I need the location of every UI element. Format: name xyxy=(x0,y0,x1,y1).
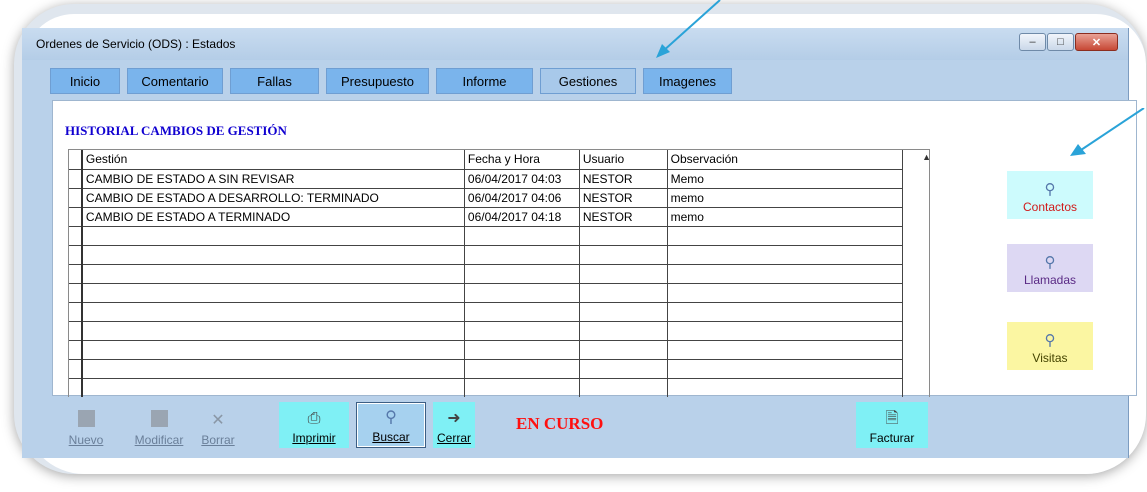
tab-gestiones[interactable]: Gestiones xyxy=(540,68,636,94)
column-header-gestion[interactable]: Gestión xyxy=(81,150,465,170)
modificar-label: Modificar xyxy=(134,433,184,447)
llamadas-label: Llamadas xyxy=(1023,273,1077,287)
cell-fecha: 06/04/2017 04:06 xyxy=(464,188,580,208)
table-row[interactable]: CAMBIO DE ESTADO A SIN REVISAR 06/04/201… xyxy=(69,169,929,189)
empty-row[interactable] xyxy=(69,378,929,397)
facturar-button[interactable]: 🗎 Facturar xyxy=(856,402,928,448)
visitas-button[interactable]: ⚲ Visitas xyxy=(1007,322,1093,370)
cell-gestion: CAMBIO DE ESTADO A TERMINADO xyxy=(81,207,465,227)
column-header-fecha[interactable]: Fecha y Hora xyxy=(464,150,580,170)
row-selector[interactable] xyxy=(69,169,83,189)
search-icon: ⚲ xyxy=(385,409,397,426)
empty-row[interactable] xyxy=(69,359,929,379)
buscar-button[interactable]: ⚲ Buscar xyxy=(356,402,426,448)
section-title: HISTORIAL CAMBIOS DE GESTIÓN xyxy=(65,123,287,138)
tab-informe[interactable]: Informe xyxy=(436,68,533,94)
title-bar[interactable]: Ordenes de Servicio (ODS) : Estados – □ … xyxy=(22,28,1128,60)
minimize-button[interactable]: – xyxy=(1019,33,1046,51)
llamadas-button[interactable]: ⚲ Llamadas xyxy=(1007,244,1093,292)
annotation-arrow-tabs xyxy=(656,0,721,58)
new-icon xyxy=(77,410,95,427)
cerrar-button[interactable]: ➜ Cerrar xyxy=(433,402,475,448)
cell-gestion: CAMBIO DE ESTADO A DESARROLLO: TERMINADO xyxy=(81,188,465,208)
empty-row[interactable] xyxy=(69,340,929,360)
empty-row[interactable] xyxy=(69,245,929,265)
row-selector[interactable] xyxy=(69,188,83,208)
close-button[interactable]: ✕ xyxy=(1075,33,1118,51)
cell-usuario: NESTOR xyxy=(579,207,668,227)
scrollbar-track[interactable] xyxy=(902,207,929,226)
tab-bar: Inicio Comentario Fallas Presupuesto Inf… xyxy=(50,68,739,94)
cell-observacion: memo xyxy=(667,207,903,227)
window-controls: – □ ✕ xyxy=(1018,33,1118,51)
history-grid[interactable]: Gestión Fecha y Hora Usuario Observación… xyxy=(68,149,930,397)
search-icon: ⚲ xyxy=(1044,254,1056,271)
search-icon: ⚲ xyxy=(1044,332,1056,349)
cell-fecha: 06/04/2017 04:03 xyxy=(464,169,580,189)
modificar-button[interactable]: Modificar xyxy=(128,404,190,450)
window-title: Ordenes de Servicio (ODS) : Estados xyxy=(36,37,236,51)
cell-usuario: NESTOR xyxy=(579,188,668,208)
empty-row[interactable] xyxy=(69,226,929,246)
row-selector[interactable] xyxy=(69,207,83,227)
visitas-label: Visitas xyxy=(1032,351,1068,365)
tab-imagenes[interactable]: Imagenes xyxy=(643,68,732,94)
edit-icon xyxy=(150,410,168,427)
grid-header-row: Gestión Fecha y Hora Usuario Observación… xyxy=(69,150,929,170)
tab-comentario[interactable]: Comentario xyxy=(127,68,223,94)
tab-presupuesto[interactable]: Presupuesto xyxy=(326,68,429,94)
borrar-label: Borrar xyxy=(201,433,235,447)
status-text: EN CURSO xyxy=(516,414,604,433)
cell-observacion: memo xyxy=(667,188,903,208)
facturar-label: Facturar xyxy=(869,431,915,445)
cell-gestion: CAMBIO DE ESTADO A SIN REVISAR xyxy=(81,169,465,189)
delete-icon: ✕ xyxy=(211,412,225,429)
contactos-button[interactable]: ⚲ Contactos xyxy=(1007,171,1093,219)
table-row[interactable]: CAMBIO DE ESTADO A DESARROLLO: TERMINADO… xyxy=(69,188,929,208)
contactos-label: Contactos xyxy=(1022,200,1078,214)
gestiones-panel: HISTORIAL CAMBIOS DE GESTIÓN Gestión Fec… xyxy=(52,100,1137,397)
nuevo-button[interactable]: Nuevo xyxy=(62,404,110,450)
tab-inicio[interactable]: Inicio xyxy=(50,68,120,94)
imprimir-button[interactable]: ⎙ Imprimir xyxy=(279,402,349,448)
scrollbar-track[interactable] xyxy=(902,169,929,188)
scrollbar-track[interactable]: ▲ xyxy=(902,150,929,169)
table-row[interactable]: CAMBIO DE ESTADO A TERMINADO 06/04/2017 … xyxy=(69,207,929,227)
empty-row[interactable] xyxy=(69,283,929,303)
search-icon: ⚲ xyxy=(1044,181,1056,198)
cell-usuario: NESTOR xyxy=(579,169,668,189)
column-header-usuario[interactable]: Usuario xyxy=(579,150,668,170)
cell-fecha: 06/04/2017 04:18 xyxy=(464,207,580,227)
tab-fallas[interactable]: Fallas xyxy=(230,68,319,94)
empty-row[interactable] xyxy=(69,321,929,341)
nuevo-label: Nuevo xyxy=(68,433,104,447)
document-icon: 🗎 xyxy=(885,410,899,427)
ods-window: Ordenes de Servicio (ODS) : Estados – □ … xyxy=(22,28,1137,458)
scrollbar-track[interactable] xyxy=(902,188,929,207)
buscar-label: Buscar xyxy=(372,430,410,444)
empty-row[interactable] xyxy=(69,264,929,284)
empty-row[interactable] xyxy=(69,302,929,322)
cerrar-label: Cerrar xyxy=(436,431,471,445)
exit-icon: ➜ xyxy=(447,410,461,427)
column-header-observacion[interactable]: Observación xyxy=(667,150,903,170)
row-selector-header xyxy=(69,150,83,170)
maximize-button[interactable]: □ xyxy=(1047,33,1074,51)
chevron-up-icon[interactable]: ▲ xyxy=(922,152,929,162)
imprimir-label: Imprimir xyxy=(292,431,336,445)
annotation-arrow-side xyxy=(1070,108,1145,156)
borrar-button[interactable]: ✕ Borrar xyxy=(190,404,246,450)
printer-icon: ⎙ xyxy=(307,410,321,427)
cell-observacion: Memo xyxy=(667,169,903,189)
